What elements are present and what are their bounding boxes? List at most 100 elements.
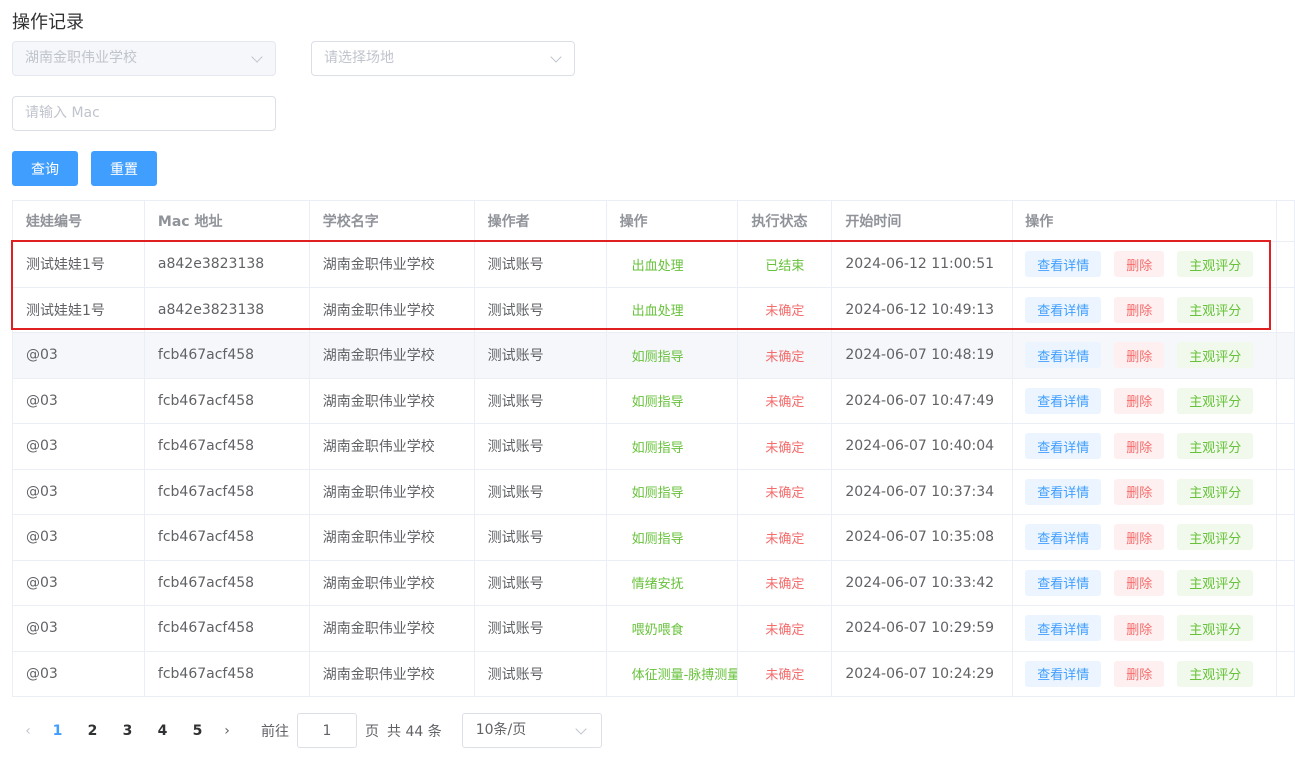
cell-doll-id: @03 (13, 378, 145, 423)
cell-school: 湖南金职伟业学校 (310, 424, 475, 469)
delete-button[interactable]: 删除 (1114, 296, 1165, 323)
reset-button[interactable]: 重置 (91, 151, 157, 186)
status-tag: 未确定 (765, 531, 805, 547)
row-spacer (1277, 560, 1295, 605)
subjective-score-button[interactable]: 主观评分 (1177, 342, 1254, 369)
delete-button[interactable]: 删除 (1114, 387, 1165, 414)
header-school: 学校名字 (310, 201, 475, 241)
row-spacer (1277, 378, 1295, 423)
delete-button[interactable]: 删除 (1114, 342, 1165, 369)
table-row: @03 fcb467acf458 湖南金职伟业学校 测试账号 喂奶喂食 未确定 2024-0… (13, 606, 1295, 652)
page-number[interactable]: 3 (110, 723, 145, 739)
page-number[interactable]: 2 (75, 723, 110, 739)
view-details-button[interactable]: 查看详情 (1025, 524, 1102, 551)
table-header: 娃娃编号 Mac 地址 学校名字 操作者 操作 执行状态 开始时间 操作 (13, 201, 1295, 242)
table-row: @03 fcb467acf458 湖南金职伟业学校 测试账号 情绪安抚 未确定 2024-0… (13, 560, 1295, 606)
cell-school: 湖南金职伟业学校 (310, 287, 475, 332)
row-spacer (1277, 606, 1295, 651)
view-details-button[interactable]: 查看详情 (1025, 615, 1102, 642)
subjective-score-button[interactable]: 主观评分 (1177, 569, 1254, 596)
subjective-score-button[interactable]: 主观评分 (1177, 387, 1254, 414)
row-spacer (1277, 287, 1295, 332)
cell-actions: 查看详情 删除 主观评分 (1013, 515, 1278, 560)
view-details-button[interactable]: 查看详情 (1025, 342, 1102, 369)
delete-button[interactable]: 删除 (1114, 478, 1165, 505)
operation-tag: 如厕指导 (631, 531, 684, 547)
table-row: 测试娃娃1号 a842e3823138 湖南金职伟业学校 测试账号 出血处理 未确定 202… (13, 287, 1295, 333)
cell-mac: fcb467acf458 (145, 333, 310, 378)
cell-school: 湖南金职伟业学校 (310, 606, 475, 651)
delete-button[interactable]: 删除 (1114, 660, 1165, 687)
chevron-down-icon (575, 723, 587, 735)
operation-tag: 体征测量-脉搏测量 (631, 668, 739, 684)
cell-mac: fcb467acf458 (145, 378, 310, 423)
header-operation: 操作 (607, 201, 739, 241)
chevron-right-icon[interactable]: › (215, 723, 239, 739)
cell-start-time: 2024-06-07 10:47:49 (832, 378, 1014, 423)
operation-tag: 如厕指导 (631, 395, 684, 411)
cell-school: 湖南金职伟业学校 (310, 378, 475, 423)
page-number[interactable]: 4 (145, 723, 180, 739)
page-number[interactable]: 1 (40, 723, 75, 739)
delete-button[interactable]: 删除 (1114, 569, 1165, 596)
query-button[interactable]: 查询 (12, 151, 78, 186)
subjective-score-button[interactable]: 主观评分 (1177, 524, 1254, 551)
cell-start-time: 2024-06-07 10:29:59 (832, 606, 1014, 651)
chevron-left-icon[interactable]: ‹ (16, 723, 40, 739)
total-count: 共 44 条 (387, 723, 442, 740)
delete-button[interactable]: 删除 (1114, 615, 1165, 642)
cell-mac: fcb467acf458 (145, 606, 310, 651)
page-size-select[interactable]: 10条/页 (461, 713, 602, 748)
header-status: 执行状态 (738, 201, 833, 241)
view-details-button[interactable]: 查看详情 (1025, 569, 1102, 596)
cell-doll-id: @03 (13, 606, 145, 651)
cell-operator: 测试账号 (475, 515, 607, 560)
operation-tag: 如厕指导 (631, 440, 684, 456)
table-row: @03 fcb467acf458 湖南金职伟业学校 测试账号 体征测量-脉搏测量 未确定 2… (13, 651, 1295, 697)
status-tag: 未确定 (765, 349, 805, 365)
operation-tag: 出血处理 (631, 258, 684, 274)
school-select[interactable]: 湖南金职伟业学校 (12, 41, 276, 76)
cell-mac: fcb467acf458 (145, 424, 310, 469)
chevron-down-icon (251, 51, 263, 63)
pagination: ‹ 12345 › 前往 1 页 共 44 条 10条/页 (16, 713, 602, 748)
cell-doll-id: 测试娃娃1号 (13, 242, 145, 287)
view-details-button[interactable]: 查看详情 (1025, 433, 1102, 460)
view-details-button[interactable]: 查看详情 (1025, 660, 1102, 687)
subjective-score-button[interactable]: 主观评分 (1177, 433, 1254, 460)
row-spacer (1277, 333, 1295, 378)
subjective-score-button[interactable]: 主观评分 (1177, 296, 1254, 323)
cell-actions: 查看详情 删除 主观评分 (1013, 606, 1278, 651)
status-tag: 未确定 (765, 304, 805, 320)
page-number[interactable]: 5 (180, 723, 215, 739)
cell-operator: 测试账号 (475, 560, 607, 605)
cell-start-time: 2024-06-07 10:48:19 (832, 333, 1014, 378)
delete-button[interactable]: 删除 (1114, 251, 1165, 278)
table-row: @03 fcb467acf458 湖南金职伟业学校 测试账号 如厕指导 未确定 2024-0… (13, 515, 1295, 561)
subjective-score-button[interactable]: 主观评分 (1177, 660, 1254, 687)
header-actions: 操作 (1013, 201, 1278, 241)
view-details-button[interactable]: 查看详情 (1025, 251, 1102, 278)
mac-input[interactable]: 请输入 Mac (12, 96, 276, 131)
page-size-value: 10条/页 (475, 722, 527, 738)
view-details-button[interactable]: 查看详情 (1025, 387, 1102, 414)
table-body: 测试娃娃1号 a842e3823138 湖南金职伟业学校 测试账号 出血处理 已结束 202… (13, 242, 1295, 697)
page-jump-input[interactable]: 1 (297, 713, 357, 748)
view-details-button[interactable]: 查看详情 (1025, 296, 1102, 323)
status-tag: 未确定 (765, 577, 805, 593)
cell-start-time: 2024-06-07 10:37:34 (832, 469, 1014, 514)
venue-select[interactable]: 请选择场地 (311, 41, 575, 76)
cell-operator: 测试账号 (475, 333, 607, 378)
page-suffix: 页 (365, 723, 379, 740)
subjective-score-button[interactable]: 主观评分 (1177, 615, 1254, 642)
delete-button[interactable]: 删除 (1114, 433, 1165, 460)
operation-tag: 如厕指导 (631, 349, 684, 365)
view-details-button[interactable]: 查看详情 (1025, 478, 1102, 505)
row-spacer (1277, 242, 1295, 287)
cell-doll-id: @03 (13, 515, 145, 560)
delete-button[interactable]: 删除 (1114, 524, 1165, 551)
header-spacer (1277, 201, 1295, 241)
operation-tag: 情绪安抚 (631, 577, 684, 593)
subjective-score-button[interactable]: 主观评分 (1177, 478, 1254, 505)
subjective-score-button[interactable]: 主观评分 (1177, 251, 1254, 278)
